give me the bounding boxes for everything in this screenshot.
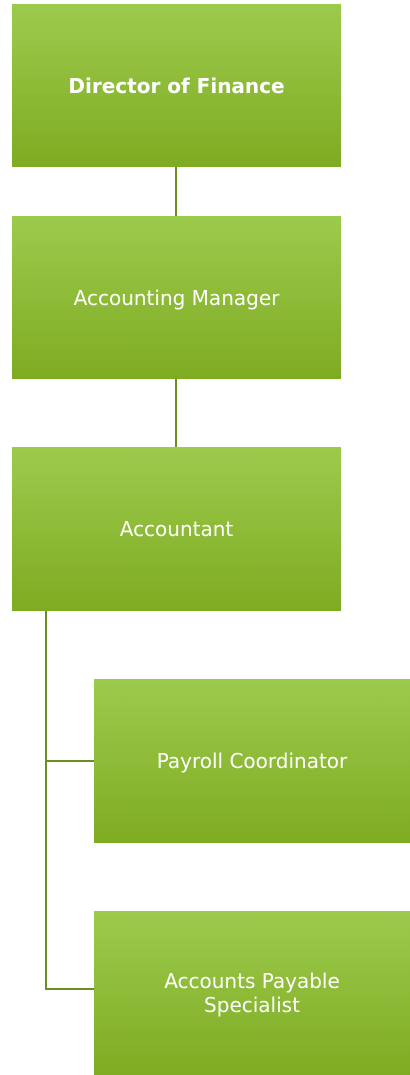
connector-director-manager bbox=[175, 167, 177, 216]
node-label: Accounts Payable Specialist bbox=[164, 969, 340, 1017]
node-label: Payroll Coordinator bbox=[156, 749, 348, 773]
node-director-of-finance: Director of Finance bbox=[12, 4, 341, 167]
connector-to-accounts-payable bbox=[45, 988, 94, 990]
node-accounting-manager: Accounting Manager bbox=[12, 216, 341, 379]
node-label: Accounting Manager bbox=[73, 285, 280, 310]
connector-manager-accountant bbox=[175, 379, 177, 447]
node-accounts-payable-specialist: Accounts Payable Specialist bbox=[94, 911, 410, 1075]
connector-accountant-trunk bbox=[45, 611, 47, 989]
node-payroll-coordinator: Payroll Coordinator bbox=[94, 679, 410, 843]
node-label: Director of Finance bbox=[68, 73, 285, 98]
connector-to-payroll bbox=[45, 760, 94, 762]
node-accountant: Accountant bbox=[12, 447, 341, 611]
node-label: Accountant bbox=[119, 517, 234, 541]
